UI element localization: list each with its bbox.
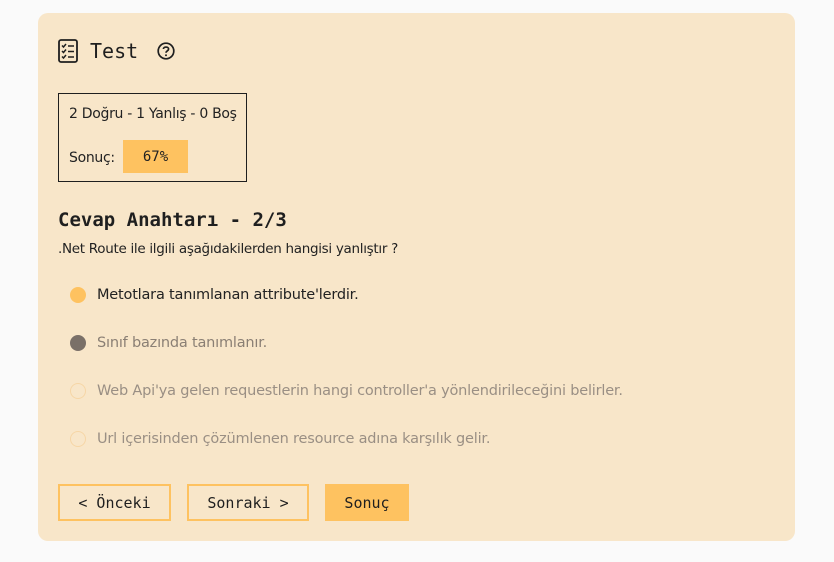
answer-key-title: Cevap Anahtarı - 2/3 bbox=[58, 209, 287, 231]
radio-empty-icon bbox=[70, 431, 86, 447]
option-1: Metotlara tanımlanan attribute'lerdir. bbox=[70, 283, 359, 307]
correct-answer-dot-icon bbox=[70, 287, 86, 303]
checklist-icon bbox=[58, 39, 78, 63]
radio-empty-icon bbox=[70, 383, 86, 399]
score-label: Sonuç: bbox=[69, 150, 115, 166]
test-header: Test bbox=[58, 39, 175, 63]
help-circle-icon[interactable] bbox=[157, 42, 175, 60]
score-badge: 67% bbox=[123, 140, 188, 173]
option-2: Sınıf bazında tanımlanır. bbox=[70, 331, 267, 355]
option-label: Url içerisinden çözümlenen resource adın… bbox=[97, 431, 491, 447]
option-4: Url içerisinden çözümlenen resource adın… bbox=[70, 427, 490, 451]
page-title: Test bbox=[90, 39, 139, 63]
next-button[interactable]: Sonraki > bbox=[187, 484, 309, 521]
option-label: Web Api'ya gelen requestlerin hangi cont… bbox=[97, 383, 623, 399]
answer-counts: 2 Doğru - 1 Yanlış - 0 Boş bbox=[69, 106, 237, 122]
option-label: Metotlara tanımlanan attribute'lerdir. bbox=[97, 287, 359, 303]
selected-wrong-dot-icon bbox=[70, 335, 86, 351]
result-summary-box: 2 Doğru - 1 Yanlış - 0 Boş Sonuç: 67% bbox=[58, 93, 247, 182]
result-button[interactable]: Sonuç bbox=[325, 484, 409, 521]
test-card: Test 2 Doğru - 1 Yanlış - 0 Boş Sonuç: 6… bbox=[38, 13, 795, 541]
question-text: .Net Route ile ilgili aşağıdakilerden ha… bbox=[58, 241, 398, 257]
option-3: Web Api'ya gelen requestlerin hangi cont… bbox=[70, 379, 623, 403]
option-label: Sınıf bazında tanımlanır. bbox=[97, 335, 268, 351]
previous-button[interactable]: < Önceki bbox=[58, 484, 171, 521]
